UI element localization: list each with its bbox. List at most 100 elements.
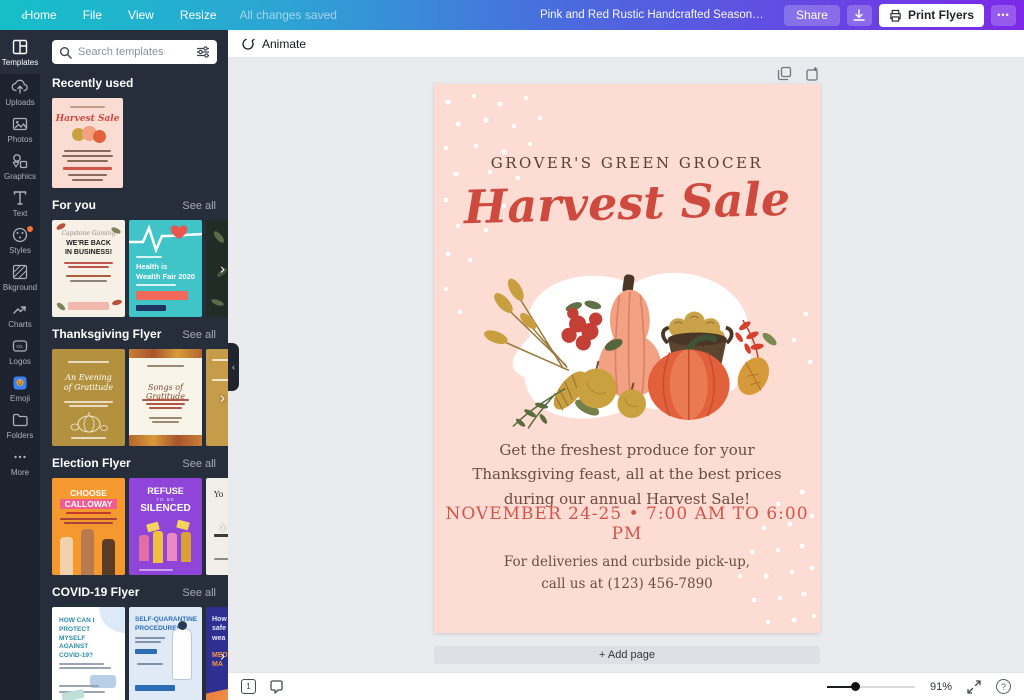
- thumb-title-line2: CALLOWAY: [60, 499, 117, 509]
- sidebar-item-more[interactable]: More: [0, 444, 40, 481]
- thumb-row-covid: HOW CAN I PROTECT MYSELF AGAINST COVID-1…: [52, 607, 228, 700]
- sidebar-item-text[interactable]: Text: [0, 185, 40, 222]
- thumb-decor: [67, 160, 108, 162]
- resize-menu[interactable]: Resize: [167, 0, 230, 30]
- print-label: Print Flyers: [908, 8, 974, 22]
- sidebar-item-folders[interactable]: Folders: [0, 407, 40, 444]
- template-thumbnail[interactable]: An Evening of Gratitude: [52, 349, 125, 446]
- thumb-decor: [63, 167, 112, 170]
- page-list-icon[interactable]: 1: [241, 679, 256, 694]
- flyer-body-text[interactable]: Get the freshest produce for your Thanks…: [434, 438, 820, 511]
- template-thumbnail[interactable]: Capstone Gaming WE'RE BACK IN BUSINESS!: [52, 220, 125, 317]
- share-button[interactable]: Share: [784, 5, 840, 26]
- see-all-election[interactable]: See all: [182, 458, 216, 470]
- template-thumbnail[interactable]: HOW CAN I PROTECT MYSELF AGAINST COVID-1…: [52, 607, 125, 700]
- charts-icon: [11, 300, 29, 318]
- sidebar-item-photos[interactable]: Photos: [0, 111, 40, 148]
- sidebar-item-emoji[interactable]: Emoji: [0, 370, 40, 407]
- thumb-decor: [93, 130, 106, 143]
- view-label: View: [128, 8, 154, 22]
- sidebar-item-graphics[interactable]: Graphics: [0, 148, 40, 185]
- thumb-decor: [212, 359, 228, 361]
- thumb-title-line3: SILENCED: [129, 503, 202, 514]
- photos-icon: [11, 115, 29, 133]
- thumb-decor: [64, 522, 113, 524]
- thumb-title: Harvest Sale: [52, 114, 123, 124]
- sidebar-item-charts[interactable]: Charts: [0, 296, 40, 333]
- thumb-title-white: How safe wea: [212, 615, 227, 643]
- thumb-decor: [212, 230, 226, 245]
- thumb-title: WE'RE BACK IN BUSINESS!: [52, 240, 125, 258]
- see-all-for-you[interactable]: See all: [182, 200, 216, 212]
- duplicate-page-icon[interactable]: [777, 66, 792, 81]
- background-label: Bkground: [3, 283, 37, 292]
- animate-button[interactable]: Animate: [262, 37, 306, 51]
- recent-template-thumbnail[interactable]: Harvest Sale: [52, 98, 123, 188]
- flyer-date-text[interactable]: NOVEMBER 24-25 • 7:00 AM TO 6:00 PM: [434, 504, 820, 544]
- more-icon: [11, 448, 29, 466]
- zoom-slider[interactable]: [827, 686, 915, 688]
- see-all-covid[interactable]: See all: [182, 587, 216, 599]
- thumb-decor: [211, 298, 225, 307]
- template-thumbnail[interactable]: SELF-QUARANTINE PROCEDURES: [129, 607, 202, 700]
- flag-decor: [176, 520, 190, 531]
- search-input[interactable]: [78, 46, 190, 58]
- thumb-decor: [70, 280, 107, 282]
- flyer-headline-text[interactable]: Harvest Sale: [433, 171, 820, 235]
- thumb-title: Health is Wealth Fair 2020: [136, 262, 195, 282]
- see-all-thanksgiving[interactable]: See all: [182, 329, 216, 341]
- search-box[interactable]: [52, 40, 217, 64]
- sidebar-item-templates[interactable]: Templates: [0, 30, 40, 74]
- chevron-right-icon[interactable]: ›: [220, 518, 225, 535]
- share-label: Share: [796, 8, 828, 22]
- figure-decor: [181, 532, 191, 562]
- panel-collapse-handle[interactable]: ‹: [228, 343, 239, 391]
- background-icon: [11, 263, 29, 281]
- download-button[interactable]: [847, 5, 872, 26]
- sidebar-item-uploads[interactable]: Uploads: [0, 74, 40, 111]
- sidebar-item-logos[interactable]: co. Logos: [0, 333, 40, 370]
- add-page-button[interactable]: + Add page: [434, 646, 820, 664]
- harvest-illustration[interactable]: [472, 246, 782, 436]
- thumb-decor: [60, 518, 117, 520]
- flyer-brand-text[interactable]: GROVER'S GREEN GROCER: [434, 154, 820, 172]
- sidebar-item-background[interactable]: Bkground: [0, 259, 40, 296]
- fist-decor: [81, 529, 94, 575]
- zoom-slider-knob[interactable]: [851, 682, 860, 691]
- thumb-decor: [136, 256, 162, 258]
- status-bar: 1 91% ?: [228, 672, 1024, 700]
- thumb-decor: [64, 401, 113, 403]
- search-icon: [59, 46, 72, 59]
- view-menu[interactable]: View: [115, 0, 167, 30]
- add-page-icon[interactable]: [805, 66, 820, 81]
- file-menu[interactable]: File: [70, 0, 115, 30]
- chevron-right-icon[interactable]: ›: [220, 647, 225, 664]
- document-title[interactable]: Pink and Red Rustic Handcrafted Seasonal…: [540, 9, 770, 21]
- chevron-right-icon[interactable]: ›: [220, 389, 225, 406]
- help-button[interactable]: ?: [996, 679, 1011, 694]
- thumb-decor: [135, 641, 161, 643]
- thumb-row-for-you: Capstone Gaming WE'RE BACK IN BUSINESS! …: [52, 220, 228, 317]
- text-icon: [11, 189, 29, 207]
- templates-label: Templates: [2, 58, 38, 67]
- notes-icon[interactable]: [269, 679, 284, 694]
- thumb-decor: [112, 299, 123, 306]
- home-button[interactable]: ‹ Home: [8, 0, 70, 30]
- fullscreen-icon[interactable]: [967, 680, 981, 694]
- thumb-decor: [139, 569, 173, 571]
- svg-text:co.: co.: [16, 344, 24, 350]
- print-flyers-button[interactable]: Print Flyers: [879, 4, 984, 27]
- design-page[interactable]: GROVER'S GREEN GROCER Harvest Sale: [434, 84, 820, 633]
- template-thumbnail[interactable]: CHOOSE CALLOWAY: [52, 478, 125, 575]
- thumb-decor: [70, 106, 105, 108]
- template-thumbnail[interactable]: Songs of Gratitude: [129, 349, 202, 446]
- template-thumbnail[interactable]: REFUSE TO BE SILENCED: [129, 478, 202, 575]
- templates-panel: Recently used Harvest Sale For you See a…: [40, 30, 228, 700]
- more-options-button[interactable]: •••: [991, 5, 1016, 26]
- filter-icon[interactable]: [196, 46, 210, 58]
- chevron-right-icon[interactable]: ›: [220, 260, 225, 277]
- template-thumbnail[interactable]: Health is Wealth Fair 2020: [129, 220, 202, 317]
- editor-toolbar: Animate: [228, 30, 1024, 58]
- flyer-contact-text[interactable]: For deliveries and curbside pick-up, cal…: [434, 551, 820, 596]
- sidebar-item-styles[interactable]: Styles: [0, 222, 40, 259]
